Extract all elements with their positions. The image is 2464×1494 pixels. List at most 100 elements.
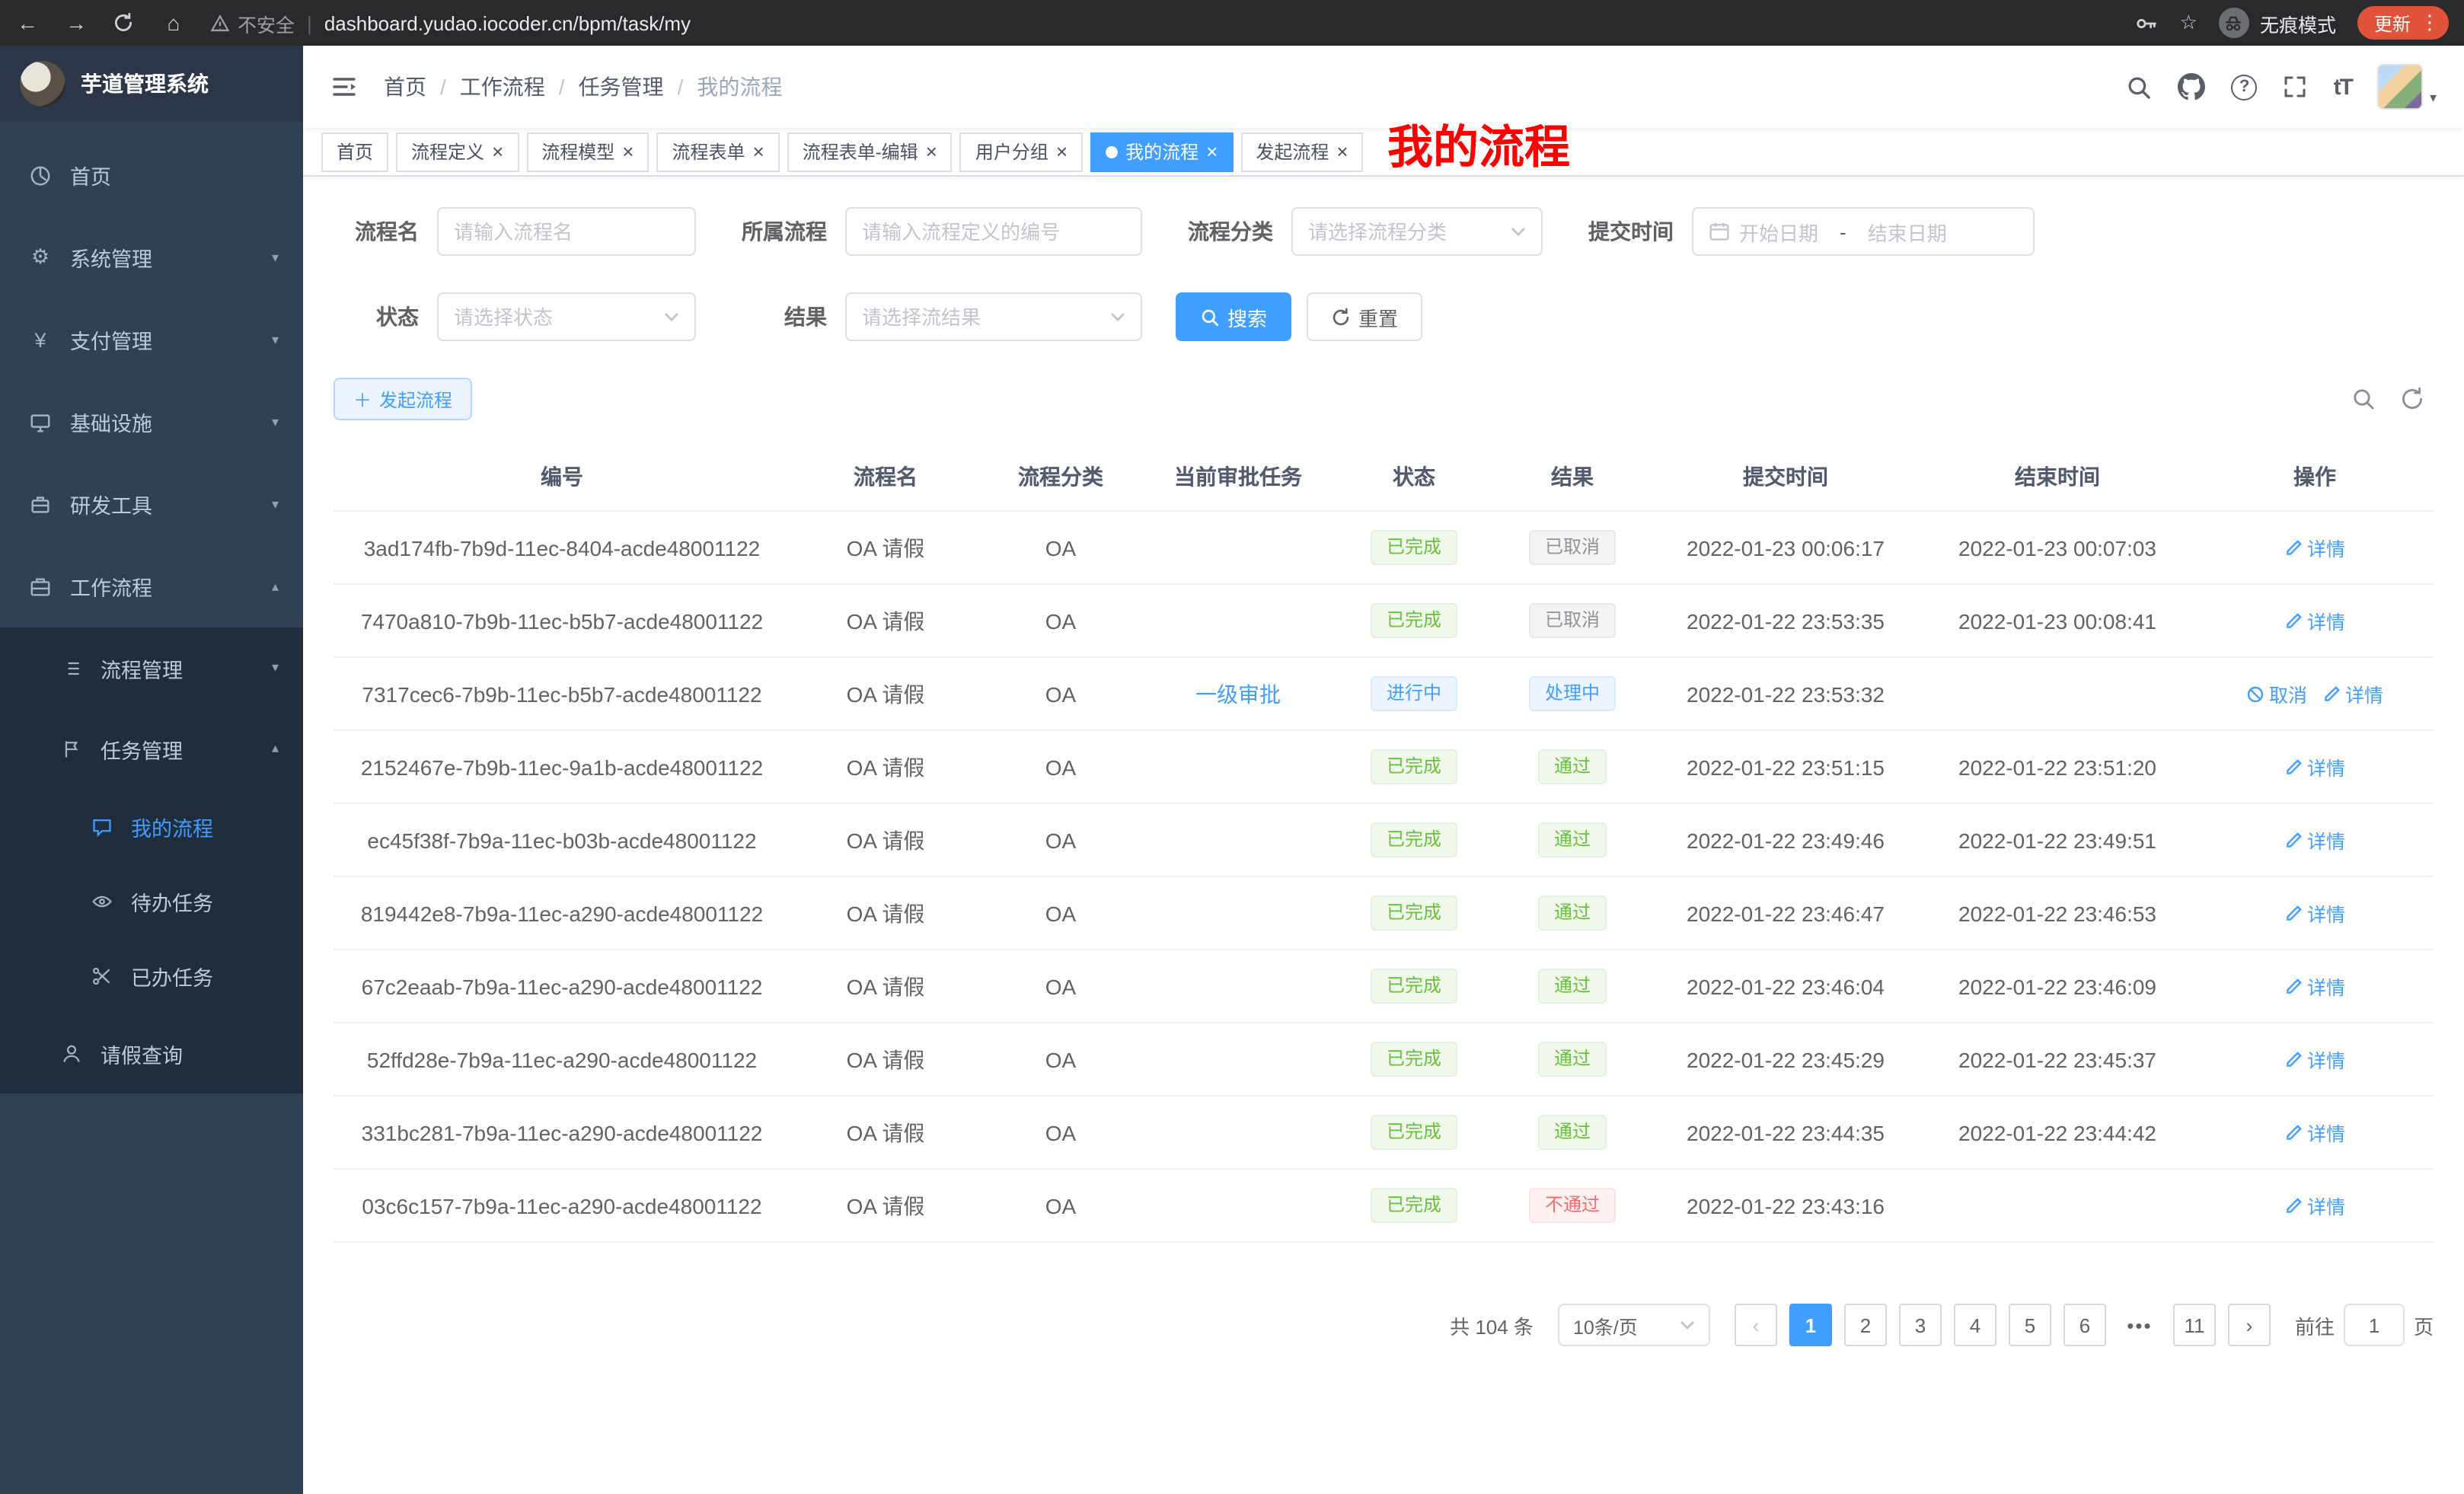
reload-icon[interactable]: [113, 12, 137, 34]
search-button[interactable]: 搜索: [1176, 292, 1291, 341]
more-pages-icon[interactable]: •••: [2118, 1314, 2161, 1336]
tab-start-process[interactable]: 发起流程×: [1240, 132, 1363, 171]
result-select[interactable]: [845, 292, 1142, 341]
create-process-button[interactable]: ＋ 发起流程: [334, 378, 472, 420]
toggle-search-icon[interactable]: [2351, 387, 2376, 411]
breadcrumb-home[interactable]: 首页: [384, 72, 426, 102]
status-select[interactable]: [437, 292, 696, 341]
status-select-input[interactable]: [454, 305, 655, 328]
security-warning[interactable]: 不安全: [210, 8, 295, 37]
tab-close-icon[interactable]: ×: [753, 142, 764, 161]
search-icon[interactable]: [2127, 74, 2153, 100]
tab-process-model[interactable]: 流程模型×: [526, 132, 649, 171]
tab-process-form-edit[interactable]: 流程表单-编辑×: [787, 132, 953, 171]
page-button[interactable]: 4: [1954, 1304, 1996, 1346]
cell-status: 已完成: [1336, 1115, 1492, 1150]
help-icon[interactable]: ?: [2232, 74, 2258, 100]
top-navbar: 首页 / 工作流程 / 任务管理 / 我的流程 ? tT ▾: [303, 46, 2464, 128]
refresh-table-icon[interactable]: [2400, 387, 2424, 411]
sidebar-item-my-process[interactable]: 我的流程: [0, 789, 303, 864]
page-button[interactable]: 5: [2009, 1304, 2051, 1346]
tab-close-icon[interactable]: ×: [1336, 142, 1348, 161]
tab-close-icon[interactable]: ×: [492, 142, 503, 161]
category-select-input[interactable]: [1308, 220, 1502, 243]
cancel-link[interactable]: 取消: [2246, 679, 2307, 708]
chevron-down-icon: ▾: [272, 331, 279, 348]
edit-pen-icon: [2322, 685, 2341, 703]
breadcrumb-task-mgmt[interactable]: 任务管理: [579, 72, 664, 102]
detail-link[interactable]: 详情: [2284, 899, 2345, 927]
menu-kebab-icon[interactable]: ⋮: [2420, 11, 2440, 35]
tab-home[interactable]: 首页: [321, 132, 388, 171]
sidebar-item-leave-query[interactable]: 请假查询: [0, 1013, 303, 1093]
page-size-select[interactable]: 10条/页: [1558, 1304, 1710, 1346]
detail-link[interactable]: 详情: [2284, 1118, 2345, 1147]
page-button[interactable]: 1: [1789, 1304, 1832, 1346]
date-range-picker[interactable]: 开始日期 - 结束日期: [1692, 207, 2035, 256]
sidebar-toggle-icon[interactable]: [330, 73, 358, 101]
detail-link[interactable]: 详情: [2284, 825, 2345, 854]
sidebar-item-devtools[interactable]: 研发工具 ▾: [0, 463, 303, 545]
sidebar-item-infra[interactable]: 基础设施 ▾: [0, 381, 303, 463]
prev-page-button[interactable]: ‹: [1735, 1304, 1777, 1346]
github-icon[interactable]: [2178, 73, 2206, 101]
start-date-placeholder[interactable]: 开始日期: [1739, 217, 1818, 246]
category-select[interactable]: [1291, 207, 1543, 256]
password-key-icon[interactable]: [2136, 11, 2159, 34]
cell-status: 已完成: [1336, 1188, 1492, 1223]
detail-link[interactable]: 详情: [2284, 1191, 2345, 1220]
back-icon[interactable]: ←: [15, 11, 40, 35]
chevron-down-icon: ▾: [272, 249, 279, 266]
detail-link[interactable]: 详情: [2284, 533, 2345, 562]
tab-process-definition[interactable]: 流程定义×: [396, 132, 519, 171]
font-size-icon[interactable]: tT: [2334, 74, 2352, 100]
update-button[interactable]: 更新 ⋮: [2357, 6, 2449, 40]
url-text[interactable]: dashboard.yudao.iocoder.cn/bpm/task/my: [324, 11, 691, 34]
sidebar-item-system[interactable]: ⚙ 系统管理 ▾: [0, 216, 303, 298]
sidebar-item-workflow[interactable]: 工作流程 ▴: [0, 545, 303, 627]
tab-close-icon[interactable]: ×: [926, 142, 937, 161]
page-button[interactable]: 6: [2063, 1304, 2106, 1346]
sidebar-item-payment[interactable]: ¥ 支付管理 ▾: [0, 298, 303, 381]
detail-link[interactable]: 详情: [2284, 972, 2345, 1001]
result-select-input[interactable]: [862, 305, 1101, 328]
cell-status: 已完成: [1336, 603, 1492, 638]
task-link[interactable]: 一级审批: [1195, 682, 1281, 706]
sidebar-item-todo-tasks[interactable]: 待办任务: [0, 864, 303, 938]
user-avatar[interactable]: [2378, 64, 2424, 110]
cell-id: 2152467e-7b9b-11ec-9a1b-acde48001122: [334, 755, 790, 779]
cell-category: OA: [981, 1047, 1141, 1071]
process-name-input[interactable]: [454, 220, 679, 243]
reset-button[interactable]: 重置: [1307, 292, 1422, 341]
goto-page-input[interactable]: [2344, 1304, 2405, 1346]
tab-my-process[interactable]: 我的流程×: [1090, 132, 1233, 171]
sidebar-item-process-mgmt[interactable]: 流程管理 ▾: [0, 627, 303, 708]
tab-process-form[interactable]: 流程表单×: [656, 132, 779, 171]
page-button[interactable]: 11: [2173, 1304, 2216, 1346]
page-button[interactable]: 2: [1844, 1304, 1887, 1346]
tab-user-group[interactable]: 用户分组×: [960, 132, 1083, 171]
next-page-button[interactable]: ›: [2228, 1304, 2271, 1346]
process-def-input[interactable]: [862, 220, 1125, 243]
tab-close-icon[interactable]: ×: [1206, 142, 1218, 161]
detail-link[interactable]: 详情: [2284, 752, 2345, 781]
page-button[interactable]: 3: [1899, 1304, 1942, 1346]
bookmark-star-icon[interactable]: ☆: [2180, 11, 2197, 35]
sidebar-item-done-tasks[interactable]: 已办任务: [0, 938, 303, 1013]
user-menu[interactable]: ▾: [2378, 64, 2437, 110]
end-date-placeholder[interactable]: 结束日期: [1868, 217, 1947, 246]
home-icon[interactable]: ⌂: [161, 11, 186, 35]
detail-link[interactable]: 详情: [2284, 606, 2345, 635]
forward-icon[interactable]: →: [64, 11, 88, 35]
detail-link[interactable]: 详情: [2322, 679, 2383, 708]
sidebar-item-home[interactable]: 首页: [0, 134, 303, 216]
address-bar[interactable]: 不安全 | dashboard.yudao.iocoder.cn/bpm/tas…: [210, 8, 2136, 37]
app-logo[interactable]: 芋道管理系统: [0, 46, 303, 122]
fullscreen-icon[interactable]: [2284, 75, 2308, 99]
breadcrumb-workflow[interactable]: 工作流程: [460, 72, 545, 102]
sidebar-item-task-mgmt[interactable]: 任务管理 ▴: [0, 708, 303, 789]
detail-link[interactable]: 详情: [2284, 1045, 2345, 1074]
tab-close-icon[interactable]: ×: [622, 142, 634, 161]
cell-id: 03c6c157-7b9a-11ec-a290-acde48001122: [334, 1193, 790, 1218]
tab-close-icon[interactable]: ×: [1056, 142, 1068, 161]
